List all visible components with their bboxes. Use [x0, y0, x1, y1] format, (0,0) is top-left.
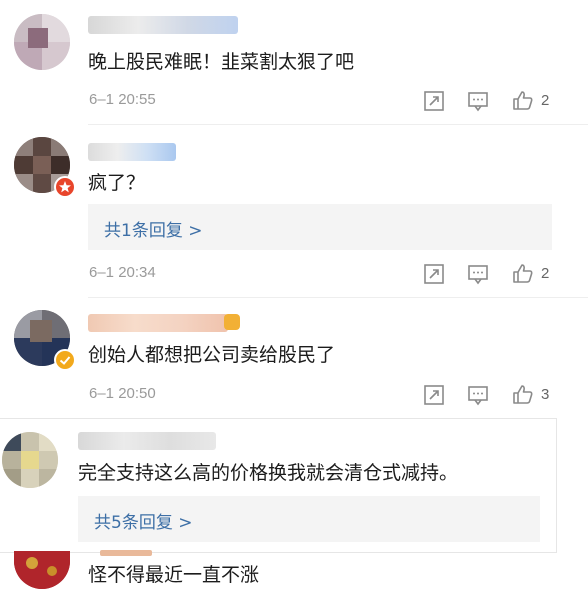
username-blurred[interactable]	[88, 16, 238, 34]
verified-badge-icon	[54, 349, 76, 371]
comment-text: 疯了？	[88, 172, 146, 194]
username-blurred[interactable]	[88, 314, 228, 332]
reply-box[interactable]: 共5条回复 >	[78, 496, 540, 542]
blurred-avatar-icon	[14, 14, 70, 70]
reply-count-link[interactable]: 共1条回复 >	[104, 216, 202, 241]
comment-icon[interactable]	[467, 263, 489, 285]
comment-item: 怪不得最近一直不涨	[0, 550, 588, 595]
comment-timestamp: 6–1 20:55	[89, 91, 156, 108]
comment-item: 晚上股民难眠！韭菜割太狠了吧 6–1 20:55 2	[0, 0, 588, 125]
avatar[interactable]	[14, 551, 70, 589]
username-blurred[interactable]	[78, 432, 216, 450]
comment-item: 创始人都想把公司卖给股民了 6–1 20:50 3	[0, 298, 588, 416]
comment-item: 疯了？ 共1条回复 > 6–1 20:34 2	[0, 125, 588, 298]
reply-box[interactable]: 共1条回复 >	[88, 204, 552, 250]
avatar[interactable]	[2, 432, 58, 488]
blurred-avatar-icon	[14, 551, 70, 589]
reply-count-link[interactable]: 共5条回复 >	[94, 508, 192, 533]
comment-item: 完全支持这么高的价格换我就会清仓式减持。 共5条回复 >	[0, 418, 588, 553]
comment-timestamp: 6–1 20:34	[89, 264, 156, 281]
comment-timestamp: 6–1 20:50	[89, 385, 156, 402]
comment-text: 怪不得最近一直不涨	[88, 564, 260, 586]
thumbs-up-icon[interactable]	[512, 262, 534, 284]
repost-icon[interactable]	[423, 90, 445, 112]
username-blurred[interactable]	[88, 143, 176, 161]
like-count: 2	[541, 265, 550, 282]
vip-icon	[224, 314, 240, 330]
blurred-avatar-icon	[2, 432, 58, 488]
comment-icon[interactable]	[467, 384, 489, 406]
thumbs-up-icon[interactable]	[512, 89, 534, 111]
comment-icon[interactable]	[467, 90, 489, 112]
comment-text: 完全支持这么高的价格换我就会清仓式减持。	[78, 462, 459, 484]
repost-icon[interactable]	[423, 263, 445, 285]
repost-icon[interactable]	[423, 384, 445, 406]
verified-badge-icon	[54, 176, 76, 198]
comment-text: 晚上股民难眠！韭菜割太狠了吧	[88, 51, 355, 73]
avatar[interactable]	[14, 14, 70, 70]
username-blurred[interactable]	[100, 550, 152, 556]
like-count: 3	[541, 386, 550, 403]
thumbs-up-icon[interactable]	[512, 383, 534, 405]
comment-text: 创始人都想把公司卖给股民了	[88, 344, 336, 366]
like-count: 2	[541, 92, 550, 109]
